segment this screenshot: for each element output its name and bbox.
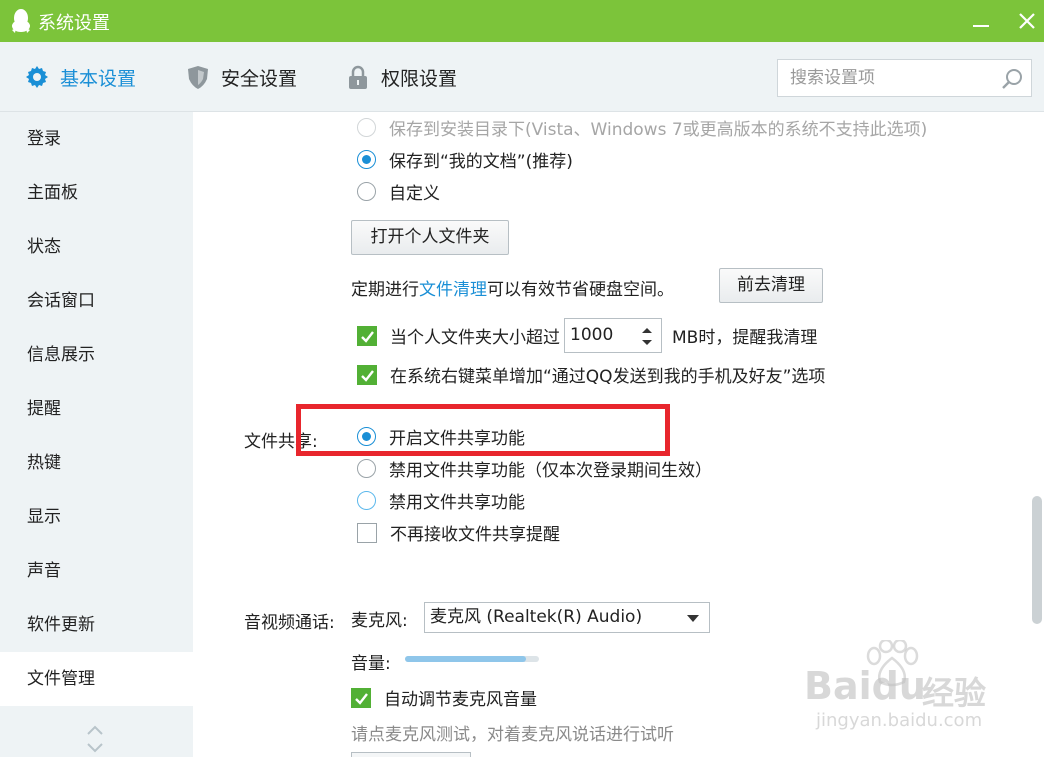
context-menu-label: 在系统右键菜单增加“通过QQ发送到我的手机及好友”选项 bbox=[390, 367, 826, 387]
chevron-down-icon[interactable] bbox=[86, 742, 104, 754]
radio-label: 保存到安装目录下(Vista、Windows 7或更高版本的系统不支持此选项) bbox=[389, 120, 928, 140]
size-limit-checkbox[interactable] bbox=[357, 325, 377, 346]
cleanup-text: 定期进行 文件清理 可以有效节省硬盘空间。 bbox=[351, 275, 674, 300]
file-sharing-label: 文件共享: bbox=[244, 432, 318, 452]
sidebar-item-info-display[interactable]: 信息展示 bbox=[0, 328, 193, 382]
size-limit-prefix: 当个人文件夹大小超过 bbox=[390, 328, 560, 348]
radio-button[interactable] bbox=[357, 491, 376, 510]
sidebar-item-file-management[interactable]: 文件管理 bbox=[0, 652, 193, 706]
tab-basic-settings[interactable]: 基本设置 bbox=[24, 62, 136, 92]
sidebar-item-login[interactable]: 登录 bbox=[0, 112, 193, 166]
volume-level-fill bbox=[405, 656, 526, 662]
av-call-label: 音视频通话: bbox=[244, 613, 335, 633]
no-reminder-label: 不再接收文件共享提醒 bbox=[390, 525, 560, 545]
radio-label: 禁用文件共享功能（仅本次登录期间生效） bbox=[389, 461, 712, 481]
context-menu-row[interactable]: 在系统右键菜单增加“通过QQ发送到我的手机及好友”选项 bbox=[357, 362, 825, 387]
radio-label: 自定义 bbox=[389, 184, 440, 204]
auto-adjust-label: 自动调节麦克风音量 bbox=[384, 690, 537, 710]
radio-button[interactable] bbox=[357, 427, 376, 446]
context-menu-checkbox[interactable] bbox=[357, 364, 377, 385]
radio-label: 开启文件共享功能 bbox=[389, 429, 525, 449]
scrollbar-thumb[interactable] bbox=[1032, 496, 1042, 624]
sidebar-item-chat-window[interactable]: 会话窗口 bbox=[0, 274, 193, 328]
auto-adjust-checkbox[interactable] bbox=[351, 687, 371, 708]
radio-save-custom[interactable]: 自定义 bbox=[357, 179, 440, 204]
search-box[interactable] bbox=[777, 59, 1032, 97]
search-input[interactable] bbox=[778, 60, 988, 96]
mic-label: 麦克风: bbox=[351, 611, 408, 631]
chevron-up-icon[interactable] bbox=[86, 724, 104, 736]
radio-save-install-dir[interactable]: 保存到安装目录下(Vista、Windows 7或更高版本的系统不支持此选项) bbox=[357, 115, 927, 140]
radio-enable-file-sharing[interactable]: 开启文件共享功能 bbox=[357, 424, 525, 449]
radio-button[interactable] bbox=[357, 459, 376, 478]
volume-slider[interactable] bbox=[405, 656, 539, 662]
radio-disable-file-sharing[interactable]: 禁用文件共享功能 bbox=[357, 488, 525, 513]
shield-icon bbox=[188, 66, 208, 89]
radio-disable-file-sharing-session[interactable]: 禁用文件共享功能（仅本次登录期间生效） bbox=[357, 456, 712, 481]
sidebar-item-reminder[interactable]: 提醒 bbox=[0, 382, 193, 436]
minimize-icon[interactable] bbox=[966, 6, 996, 36]
sidebar-item-hotkey[interactable]: 热键 bbox=[0, 436, 193, 490]
qq-penguin-icon bbox=[12, 9, 30, 33]
sidebar-item-software-update[interactable]: 软件更新 bbox=[0, 598, 193, 652]
cleanup-prefix: 定期进行 bbox=[351, 280, 419, 300]
mic-test-hint: 请点麦克风测试，对着麦克风说话进行试听 bbox=[351, 725, 674, 745]
radio-button[interactable] bbox=[357, 182, 376, 201]
spin-down-icon[interactable] bbox=[641, 339, 653, 347]
settings-content: 保存到安装目录下(Vista、Windows 7或更高版本的系统不支持此选项) … bbox=[193, 112, 1031, 757]
top-tab-bar: 基本设置 安全设置 权限设置 bbox=[0, 42, 1044, 112]
close-icon[interactable] bbox=[1012, 6, 1042, 36]
tab-permission-settings[interactable]: 权限设置 bbox=[345, 62, 457, 92]
open-personal-folder-button[interactable]: 打开个人文件夹 bbox=[351, 220, 509, 255]
file-cleanup-link[interactable]: 文件清理 bbox=[419, 275, 487, 300]
chevron-down-icon bbox=[687, 615, 699, 622]
size-limit-row: 当个人文件夹大小超过 1000 MB时，提醒我清理 bbox=[357, 318, 817, 353]
tab-label: 权限设置 bbox=[381, 67, 458, 90]
sidebar-item-display[interactable]: 显示 bbox=[0, 490, 193, 544]
no-reminder-checkbox[interactable] bbox=[357, 522, 377, 543]
search-icon[interactable] bbox=[1001, 67, 1025, 91]
tab-label: 安全设置 bbox=[221, 67, 298, 90]
radio-save-my-documents[interactable]: 保存到“我的文档”(推荐) bbox=[357, 147, 573, 172]
cleanup-suffix: 可以有效节省硬盘空间。 bbox=[487, 280, 674, 300]
size-limit-value[interactable]: 1000 bbox=[570, 325, 613, 345]
radio-button[interactable] bbox=[357, 150, 376, 169]
tab-label: 基本设置 bbox=[60, 67, 137, 90]
sidebar-item-status[interactable]: 状态 bbox=[0, 220, 193, 274]
mic-test-button[interactable] bbox=[351, 752, 471, 757]
radio-label: 保存到“我的文档”(推荐) bbox=[389, 152, 573, 172]
checkmark-icon bbox=[361, 369, 374, 382]
radio-button[interactable] bbox=[357, 118, 376, 137]
auto-adjust-row[interactable]: 自动调节麦克风音量 bbox=[351, 685, 537, 710]
sidebar-item-sound[interactable]: 声音 bbox=[0, 544, 193, 598]
mic-select[interactable]: 麦克风 (Realtek(R) Audio) bbox=[424, 602, 710, 633]
size-limit-suffix: MB时，提醒我清理 bbox=[672, 328, 818, 348]
sidebar-item-main-panel[interactable]: 主面板 bbox=[0, 166, 193, 220]
checkmark-icon bbox=[355, 692, 368, 705]
radio-label: 禁用文件共享功能 bbox=[389, 493, 525, 513]
spin-up-icon[interactable] bbox=[641, 326, 653, 334]
window-title: 系统设置 bbox=[38, 13, 110, 34]
go-cleanup-button[interactable]: 前去清理 bbox=[719, 268, 823, 303]
gear-icon bbox=[26, 66, 48, 88]
lock-icon bbox=[349, 65, 367, 89]
mic-select-value: 麦克风 (Realtek(R) Audio) bbox=[430, 607, 643, 627]
sidebar: 登录 主面板 状态 会话窗口 信息展示 提醒 热键 显示 声音 软件更新 文件管… bbox=[0, 112, 193, 757]
size-limit-stepper[interactable]: 1000 bbox=[564, 318, 662, 353]
tab-security-settings[interactable]: 安全设置 bbox=[185, 62, 297, 92]
volume-label: 音量: bbox=[351, 654, 391, 674]
checkmark-icon bbox=[361, 330, 374, 343]
title-bar: 系统设置 bbox=[0, 0, 1044, 42]
no-reminder-row[interactable]: 不再接收文件共享提醒 bbox=[357, 520, 560, 545]
scrollbar-track[interactable] bbox=[1031, 112, 1044, 757]
